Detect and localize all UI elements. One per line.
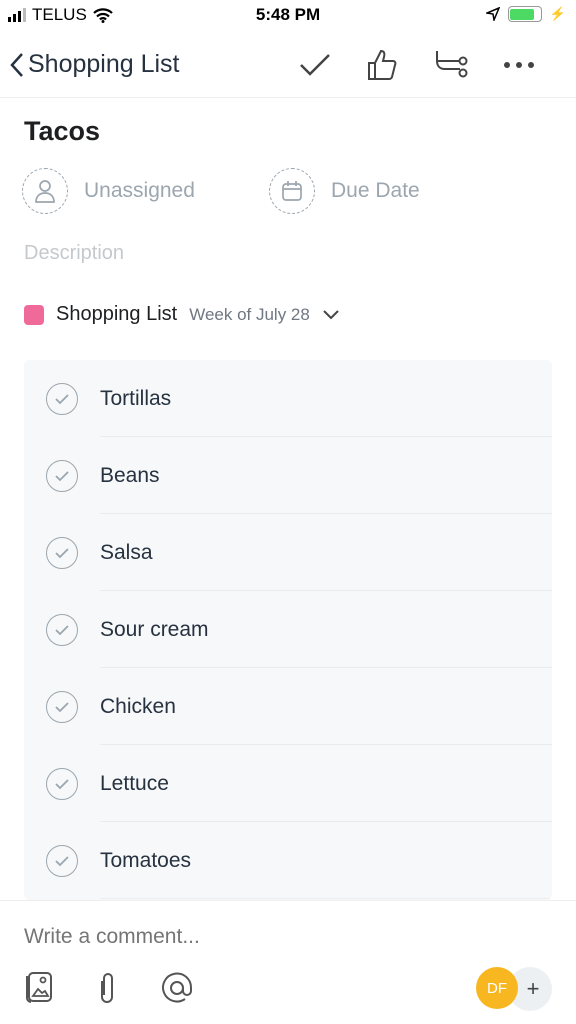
subtask-name: Lettuce <box>100 771 169 795</box>
image-icon <box>26 972 52 1003</box>
check-icon <box>55 393 69 404</box>
check-icon <box>300 54 330 76</box>
subtask-name: Tomatoes <box>100 848 192 872</box>
back-label: Shopping List <box>28 50 180 78</box>
complete-checkbox[interactable] <box>46 382 78 415</box>
project-color <box>24 304 44 325</box>
thumbs-up-icon <box>368 49 397 80</box>
person-icon <box>22 168 68 214</box>
avatar[interactable]: DF <box>476 967 518 1009</box>
check-icon <box>55 547 69 558</box>
subtask-item[interactable]: Lettuce <box>24 745 552 822</box>
at-icon <box>162 972 193 1003</box>
subtask-icon <box>436 51 468 78</box>
calendar-icon <box>269 168 315 214</box>
charging-icon: ⚡ <box>549 6 566 21</box>
section-name: Week of July 28 <box>189 304 310 324</box>
subtask-item[interactable]: Beans <box>24 437 552 514</box>
subtask-item[interactable]: Tomatoes <box>24 822 552 899</box>
check-icon <box>55 701 69 712</box>
complete-checkbox[interactable] <box>46 459 78 492</box>
subtask-name: Tortillas <box>100 386 172 410</box>
check-icon <box>55 855 69 866</box>
complete-checkbox[interactable] <box>46 613 78 646</box>
complete-button[interactable] <box>298 48 332 82</box>
check-icon <box>55 624 69 635</box>
location-icon <box>485 7 500 21</box>
complete-checkbox[interactable] <box>46 690 78 723</box>
project-selector[interactable]: Shopping List Week of July 28 <box>24 303 340 326</box>
check-icon <box>55 778 69 789</box>
status-bar: TELUS 5:48 PM ⚡ <box>0 0 576 32</box>
chevron-down-icon <box>323 309 339 319</box>
battery-icon <box>507 6 542 22</box>
subtask-button[interactable] <box>434 48 468 82</box>
complete-checkbox[interactable] <box>46 844 78 877</box>
subtask-item[interactable]: Sour cream <box>24 591 552 668</box>
like-button[interactable] <box>366 48 400 82</box>
more-button[interactable] <box>502 48 536 82</box>
assignee-label: Unassigned <box>84 179 195 202</box>
more-icon <box>504 62 534 68</box>
complete-checkbox[interactable] <box>46 767 78 800</box>
attach-button[interactable] <box>96 971 118 1010</box>
subtask-name: Beans <box>100 463 160 487</box>
nav-bar: Shopping List <box>0 32 576 98</box>
back-button[interactable]: Shopping List <box>10 50 180 79</box>
subtask-name: Chicken <box>100 694 176 718</box>
description-field[interactable]: Description <box>24 242 124 265</box>
project-name: Shopping List <box>56 303 178 325</box>
subtask-item[interactable]: Tortillas <box>24 360 552 437</box>
task-title[interactable]: Tacos <box>24 116 100 147</box>
comment-input[interactable] <box>24 925 424 949</box>
complete-checkbox[interactable] <box>46 536 78 569</box>
subtask-list: Tortillas Beans Salsa Sour cream Chicken Lett… <box>24 360 552 900</box>
subtask-item[interactable]: Chicken <box>24 668 552 745</box>
subtask-item[interactable]: Salsa <box>24 514 552 591</box>
photo-button[interactable] <box>22 971 54 1010</box>
due-date-label: Due Date <box>331 179 420 202</box>
subtask-name: Sour cream <box>100 617 209 641</box>
due-date-field[interactable]: Due Date <box>269 168 420 214</box>
paperclip-icon <box>101 973 113 1003</box>
chevron-left-icon <box>10 52 23 77</box>
assignee-field[interactable]: Unassigned <box>22 168 195 214</box>
comment-bar: DF + <box>0 900 576 1024</box>
check-icon <box>55 470 69 481</box>
subtask-name: Salsa <box>100 540 153 564</box>
mention-button[interactable] <box>160 971 194 1010</box>
